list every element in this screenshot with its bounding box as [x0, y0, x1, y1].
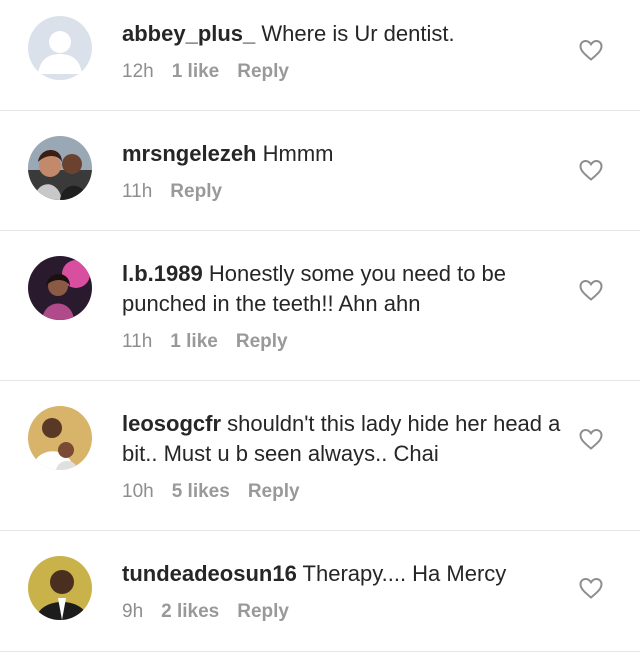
comment-text: abbey_plus_ Where is Ur dentist. — [122, 19, 562, 49]
comment-text: tundeadeosun16 Therapy.... Ha Mercy — [122, 559, 562, 589]
comment-time: 10h — [122, 481, 154, 502]
comment-text: l.b.1989 Honestly some you need to be pu… — [122, 259, 562, 319]
username-link[interactable]: l.b.1989 — [122, 261, 203, 286]
reply-button[interactable]: Reply — [236, 331, 288, 353]
like-heart-icon[interactable] — [578, 38, 604, 62]
reply-button[interactable]: Reply — [237, 61, 289, 83]
comment-content: Where is Ur dentist. — [261, 21, 455, 46]
comment-item: l.b.1989 Honestly some you need to be pu… — [0, 231, 640, 381]
avatar[interactable] — [28, 556, 92, 620]
like-heart-icon[interactable] — [578, 158, 604, 182]
profile-photo-icon — [28, 556, 92, 620]
likes-count[interactable]: 5 likes — [172, 481, 230, 503]
comment-item: mrsngelezeh Hmmm 11h Reply — [0, 111, 640, 231]
reply-button[interactable]: Reply — [170, 181, 222, 203]
comment-time: 11h — [122, 331, 153, 352]
likes-count[interactable]: 2 likes — [161, 601, 219, 623]
like-heart-icon[interactable] — [578, 576, 604, 600]
default-avatar-icon — [28, 16, 92, 80]
comment-time: 12h — [122, 61, 154, 82]
likes-count[interactable]: 1 like — [172, 61, 220, 83]
profile-photo-icon — [28, 256, 92, 320]
comment-text: leosogcfr shouldn't this lady hide her h… — [122, 409, 562, 469]
comment-time: 9h — [122, 601, 144, 622]
username-link[interactable]: leosogcfr — [122, 411, 221, 436]
reply-button[interactable]: Reply — [248, 481, 300, 503]
comment-content: Therapy.... Ha Mercy — [302, 561, 507, 586]
avatar[interactable] — [28, 256, 92, 320]
comment-time: 11h — [122, 181, 153, 202]
username-link[interactable]: abbey_plus_ — [122, 21, 255, 46]
comment-item: leosogcfr shouldn't this lady hide her h… — [0, 381, 640, 531]
profile-photo-icon — [28, 406, 92, 470]
likes-count[interactable]: 1 like — [170, 331, 218, 353]
reply-button[interactable]: Reply — [237, 601, 289, 623]
comment-content: Hmmm — [262, 141, 334, 166]
like-heart-icon[interactable] — [578, 278, 604, 302]
avatar[interactable] — [28, 16, 92, 80]
avatar[interactable] — [28, 406, 92, 470]
avatar[interactable] — [28, 136, 92, 200]
username-link[interactable]: mrsngelezeh — [122, 141, 257, 166]
profile-photo-icon — [28, 136, 92, 200]
comment-text: mrsngelezeh Hmmm — [122, 139, 562, 169]
comment-item: tundeadeosun16 Therapy.... Ha Mercy 9h 2… — [0, 531, 640, 652]
comment-item: abbey_plus_ Where is Ur dentist. 12h 1 l… — [0, 0, 640, 111]
username-link[interactable]: tundeadeosun16 — [122, 561, 297, 586]
like-heart-icon[interactable] — [578, 427, 604, 451]
